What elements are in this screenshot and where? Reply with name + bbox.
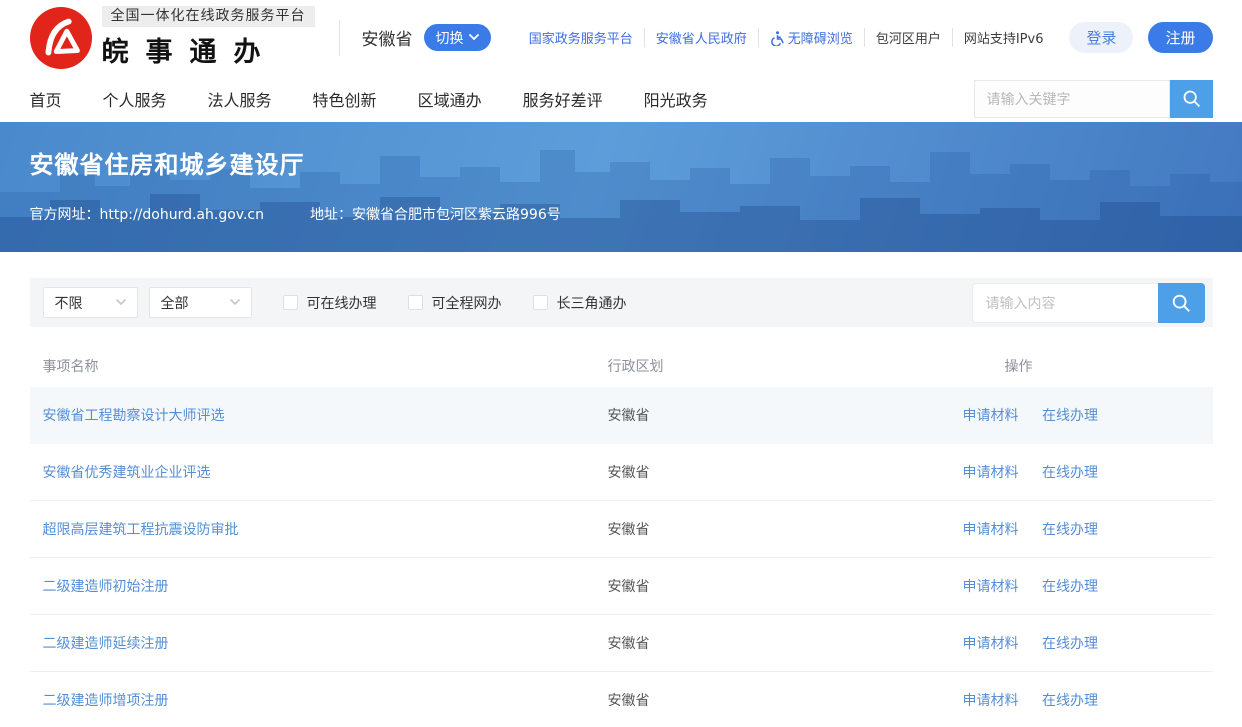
header-links: 国家政务服务平台 安徽省人民政府 无障碍浏览 包河区用户 网站支持IPv6 登录… <box>518 22 1213 53</box>
table-row: 二级建造师初始注册 安徽省 申请材料 在线办理 <box>30 558 1213 615</box>
handle-online-link[interactable]: 在线办理 <box>1042 408 1098 424</box>
platform-badge: 全国一体化在线政务服务平台 <box>102 6 315 27</box>
link-provincial-government[interactable]: 安徽省人民政府 <box>645 28 759 47</box>
nav-item-transparent-government[interactable]: 阳光政务 <box>644 87 708 111</box>
wheelchair-icon <box>770 30 785 46</box>
link-accessibility[interactable]: 无障碍浏览 <box>759 28 865 47</box>
link-district-user[interactable]: 包河区用户 <box>865 28 953 47</box>
service-item-link[interactable]: 二级建造师延续注册 <box>43 636 169 652</box>
service-item-region: 安徽省 <box>608 579 650 595</box>
service-item-region: 安徽省 <box>608 636 650 652</box>
main-content: 不限 全部 可在线办理 可全程网办 长三角通办 <box>30 278 1213 727</box>
current-region-label: 安徽省 <box>362 25 413 50</box>
column-header-action: 操作 <box>963 356 1213 376</box>
site-logo-icon <box>30 7 92 69</box>
checkbox-box[interactable] <box>533 295 548 310</box>
service-item-region: 安徽省 <box>608 465 650 481</box>
application-materials-link[interactable]: 申请材料 <box>963 522 1019 538</box>
header-divider <box>339 20 340 56</box>
region-scope-dropdown[interactable]: 不限 <box>43 287 138 318</box>
service-item-link[interactable]: 安徽省工程勘察设计大师评选 <box>43 408 225 424</box>
application-materials-link[interactable]: 申请材料 <box>963 636 1019 652</box>
service-item-link[interactable]: 二级建造师初始注册 <box>43 579 169 595</box>
checkbox-box[interactable] <box>408 295 423 310</box>
table-row: 安徽省优秀建筑业企业评选 安徽省 申请材料 在线办理 <box>30 444 1213 501</box>
checkbox-label: 可在线办理 <box>307 293 377 313</box>
checkbox-box[interactable] <box>283 295 298 310</box>
table-row: 超限高层建筑工程抗震设防审批 安徽省 申请材料 在线办理 <box>30 501 1213 558</box>
handle-online-link[interactable]: 在线办理 <box>1042 636 1098 652</box>
handle-online-link[interactable]: 在线办理 <box>1042 465 1098 481</box>
column-header-item-name: 事项名称 <box>30 356 608 376</box>
department-title: 安徽省住房和城乡建设厅 <box>30 145 1213 180</box>
checkbox-label: 可全程网办 <box>432 293 502 313</box>
region-scope-selected: 不限 <box>55 293 83 313</box>
handle-online-link[interactable]: 在线办理 <box>1042 579 1098 595</box>
handle-online-link[interactable]: 在线办理 <box>1042 693 1098 709</box>
search-icon <box>1181 88 1202 109</box>
nav-item-home[interactable]: 首页 <box>30 87 62 111</box>
table-header-row: 事项名称 行政区划 操作 <box>30 345 1213 387</box>
department-address: 地址：安徽省合肥市包河区紫云路996号 <box>310 204 561 224</box>
region-switch-button[interactable]: 切换 <box>424 24 491 51</box>
filter-search <box>972 283 1205 323</box>
table-row: 安徽省工程勘察设计大师评选 安徽省 申请材料 在线办理 <box>30 387 1213 444</box>
filter-search-button[interactable] <box>1158 283 1205 323</box>
service-item-region: 安徽省 <box>608 408 650 424</box>
nav-item-regional-services[interactable]: 区域通办 <box>418 87 482 111</box>
search-icon <box>1170 292 1192 314</box>
application-materials-link[interactable]: 申请材料 <box>963 408 1019 424</box>
checkbox-online-handling[interactable]: 可在线办理 <box>283 293 377 313</box>
main-nav: 首页 个人服务 法人服务 特色创新 区域通办 服务好差评 阳光政务 <box>0 75 1242 122</box>
nav-search <box>974 80 1213 118</box>
application-materials-link[interactable]: 申请材料 <box>963 465 1019 481</box>
filter-bar: 不限 全部 可在线办理 可全程网办 长三角通办 <box>30 278 1213 327</box>
chevron-down-icon <box>469 34 479 41</box>
checkbox-full-online[interactable]: 可全程网办 <box>408 293 502 313</box>
application-materials-link[interactable]: 申请材料 <box>963 693 1019 709</box>
filter-search-input[interactable] <box>972 283 1158 323</box>
category-selected: 全部 <box>161 293 189 313</box>
column-header-region: 行政区划 <box>608 356 963 376</box>
region-switch-label: 切换 <box>436 28 464 48</box>
nav-item-legal-entity-services[interactable]: 法人服务 <box>208 87 272 111</box>
nav-item-featured-innovation[interactable]: 特色创新 <box>313 87 377 111</box>
table-row: 二级建造师增项注册 安徽省 申请材料 在线办理 <box>30 672 1213 727</box>
site-name: 皖事通办 <box>102 30 315 69</box>
nav-item-service-rating[interactable]: 服务好差评 <box>523 87 603 111</box>
checkbox-label: 长三角通办 <box>557 293 627 313</box>
brand-block: 全国一体化在线政务服务平台 皖事通办 <box>102 6 315 69</box>
department-banner: 安徽省住房和城乡建设厅 官方网址：http://dohurd.ah.gov.cn… <box>0 122 1242 252</box>
nav-item-personal-services[interactable]: 个人服务 <box>103 87 167 111</box>
service-item-link[interactable]: 安徽省优秀建筑业企业评选 <box>43 465 211 481</box>
table-row: 二级建造师延续注册 安徽省 申请材料 在线办理 <box>30 615 1213 672</box>
service-item-link[interactable]: 超限高层建筑工程抗震设防审批 <box>43 522 239 538</box>
link-national-platform[interactable]: 国家政务服务平台 <box>518 28 645 47</box>
nav-search-input[interactable] <box>974 80 1170 118</box>
chevron-down-icon <box>230 299 240 306</box>
chevron-down-icon <box>116 299 126 306</box>
link-accessibility-label: 无障碍浏览 <box>788 28 853 47</box>
service-item-region: 安徽省 <box>608 522 650 538</box>
department-website: 官方网址：http://dohurd.ah.gov.cn <box>30 204 265 224</box>
checkbox-yangtze-delta[interactable]: 长三角通办 <box>533 293 627 313</box>
register-button[interactable]: 注册 <box>1148 22 1212 53</box>
login-button[interactable]: 登录 <box>1069 22 1133 53</box>
services-table: 事项名称 行政区划 操作 安徽省工程勘察设计大师评选 安徽省 申请材料 在线办理… <box>30 345 1213 727</box>
handle-online-link[interactable]: 在线办理 <box>1042 522 1098 538</box>
category-dropdown[interactable]: 全部 <box>149 287 252 318</box>
top-header: 全国一体化在线政务服务平台 皖事通办 安徽省 切换 国家政务服务平台 安徽省人民… <box>0 0 1242 75</box>
service-item-link[interactable]: 二级建造师增项注册 <box>43 693 169 709</box>
service-item-region: 安徽省 <box>608 693 650 709</box>
link-ipv6-support[interactable]: 网站支持IPv6 <box>953 28 1055 47</box>
nav-search-button[interactable] <box>1170 80 1213 118</box>
application-materials-link[interactable]: 申请材料 <box>963 579 1019 595</box>
